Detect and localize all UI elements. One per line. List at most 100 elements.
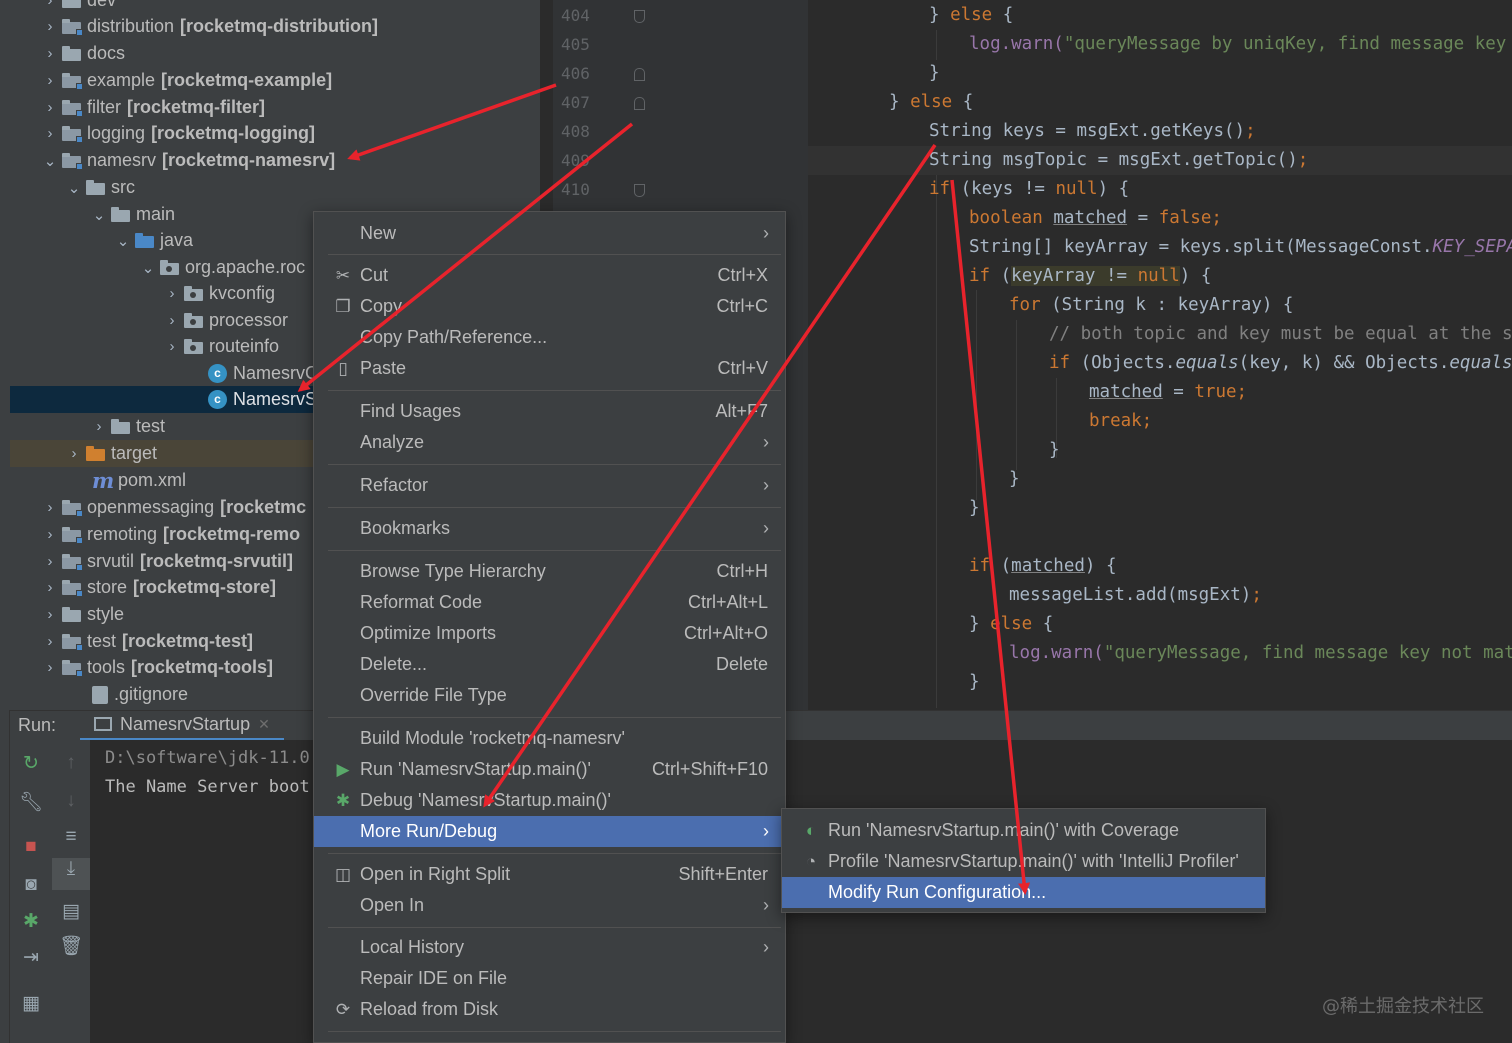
fold-marker-icon[interactable] (634, 97, 645, 110)
chevron-right-icon[interactable]: › (38, 659, 62, 676)
tree-item-dev[interactable]: › dev (0, 0, 540, 14)
menu-item-paste[interactable]: ▯ Paste Ctrl+V (314, 353, 785, 384)
chevron-right-icon[interactable]: › (38, 526, 62, 543)
soft-wrap-icon[interactable]: ≡ (52, 826, 90, 848)
menu-item-repair-ide[interactable]: Repair IDE on File (314, 963, 785, 994)
chevron-right-icon[interactable]: › (38, 45, 62, 62)
close-icon[interactable]: ✕ (258, 716, 270, 733)
tree-item-logging[interactable]: › logging [rocketmq-logging] (0, 120, 540, 147)
print-icon[interactable]: ▤ (52, 900, 90, 923)
tree-item-docs[interactable]: › docs (0, 40, 540, 67)
chevron-down-icon[interactable]: ⌄ (136, 259, 160, 277)
menu-item-reload-from-disk[interactable]: ⟳ Reload from Disk (314, 994, 785, 1025)
run-tab-namesrvstartup[interactable]: NamesrvStartup ✕ (80, 711, 284, 741)
menu-item-find-usages[interactable]: Find Usages Alt+F7 (314, 396, 785, 427)
menu-item-new[interactable]: New › (314, 218, 785, 249)
code-line[interactable]: } (1009, 465, 1020, 494)
menu-item-run[interactable]: ▶ Run 'NamesrvStartup.main()' Ctrl+Shift+F… (314, 754, 785, 785)
menu-item-copy-path[interactable]: Copy Path/Reference... (314, 322, 785, 353)
menu-item-bookmarks[interactable]: Bookmarks › (314, 513, 785, 544)
code-line[interactable]: } (1049, 436, 1060, 465)
tree-item-example[interactable]: › example [rocketmq-example] (0, 67, 540, 94)
code-line[interactable]: for (String k : keyArray) { (1009, 291, 1293, 320)
menu-item-browse-type-hierarchy[interactable]: Browse Type Hierarchy Ctrl+H (314, 556, 785, 587)
chevron-right-icon[interactable]: › (160, 285, 184, 302)
code-line[interactable]: String msgTopic = msgExt.getTopic(); (929, 146, 1308, 175)
wrench-icon[interactable]: 🔧︎ (10, 790, 52, 814)
exit-icon[interactable]: ⇥ (10, 946, 52, 969)
code-line[interactable]: if (Objects.equals(key, k) && Objects.eq… (1049, 349, 1512, 378)
code-line[interactable]: // both topic and key must be equal at t… (1049, 320, 1512, 349)
menu-item-local-history[interactable]: Local History › (314, 932, 785, 963)
chevron-right-icon[interactable]: › (160, 312, 184, 329)
chevron-right-icon[interactable]: › (87, 418, 111, 435)
scroll-to-end-icon[interactable]: ⤓ (52, 858, 90, 890)
code-editor[interactable]: } else { log.warn("queryMessage by uniqK… (808, 0, 1512, 708)
camera-icon[interactable]: ◙ (10, 874, 52, 896)
chevron-right-icon[interactable]: › (38, 633, 62, 650)
menu-item-profile[interactable]: ◔ Profile 'NamesrvStartup.main()' with 'I… (782, 846, 1265, 877)
chevron-down-icon[interactable]: ⌄ (62, 179, 86, 197)
menu-item-optimize-imports[interactable]: Optimize Imports Ctrl+Alt+O (314, 618, 785, 649)
code-line[interactable]: matched = true; (1089, 378, 1247, 407)
menu-item-copy[interactable]: ❐ Copy Ctrl+C (314, 291, 785, 322)
chevron-down-icon[interactable]: ⌄ (38, 152, 62, 170)
menu-item-open-in[interactable]: Open In › (314, 890, 785, 921)
menu-item-reformat-code[interactable]: Reformat Code Ctrl+Alt+L (314, 587, 785, 618)
code-line[interactable]: } else { (969, 610, 1053, 639)
chevron-right-icon[interactable]: › (38, 553, 62, 570)
menu-item-run-with-coverage[interactable]: ◐ Run 'NamesrvStartup.main()' with Covera… (782, 815, 1265, 846)
code-line[interactable]: log.warn("queryMessage, find message key… (1009, 639, 1512, 668)
code-line[interactable]: } else { (929, 1, 1013, 30)
menu-item-analyze[interactable]: Analyze › (314, 427, 785, 458)
arrow-down-icon[interactable]: ↓ (52, 790, 90, 812)
code-line[interactable]: String keys = msgExt.getKeys(); (929, 117, 1256, 146)
menu-item-more-run-debug[interactable]: More Run/Debug › (314, 816, 785, 847)
chevron-down-icon[interactable]: ⌄ (111, 232, 135, 250)
chevron-down-icon[interactable]: ⌄ (87, 206, 111, 224)
layout-icon[interactable]: ▦ (10, 992, 52, 1015)
menu-item-build-module[interactable]: Build Module 'rocketmq-namesrv' (314, 723, 785, 754)
debug-icon[interactable]: ✱ (10, 910, 52, 933)
tree-item-filter[interactable]: › filter [rocketmq-filter] (0, 94, 540, 121)
chevron-right-icon[interactable]: › (38, 0, 62, 9)
code-line[interactable]: if (matched) { (969, 552, 1117, 581)
code-line[interactable]: boolean matched = false; (969, 204, 1222, 233)
code-line[interactable]: } else { (889, 88, 973, 117)
fold-marker-icon[interactable] (634, 184, 645, 197)
arrow-up-icon[interactable]: ↑ (52, 752, 90, 774)
code-line[interactable]: messageList.add(msgExt); (1009, 581, 1262, 610)
chevron-right-icon[interactable]: › (38, 499, 62, 516)
chevron-right-icon[interactable]: › (38, 606, 62, 623)
chevron-right-icon[interactable]: › (38, 18, 62, 35)
menu-item-open-in-right-split[interactable]: ◫ Open in Right Split Shift+Enter (314, 859, 785, 890)
stop-icon[interactable]: ■ (10, 836, 52, 858)
menu-item-debug[interactable]: ✱ Debug 'NamesrvStartup.main()' (314, 785, 785, 816)
tree-item-namesrv[interactable]: ⌄ namesrv [rocketmq-namesrv] (0, 147, 540, 174)
code-line[interactable]: } (969, 494, 980, 523)
menu-item-cut[interactable]: ✂ Cut Ctrl+X (314, 260, 785, 291)
chevron-right-icon[interactable]: › (38, 125, 62, 142)
fold-marker-icon[interactable] (634, 10, 645, 23)
menu-item-refactor[interactable]: Refactor › (314, 470, 785, 501)
chevron-right-icon[interactable]: › (62, 445, 86, 462)
chevron-right-icon[interactable]: › (38, 579, 62, 596)
chevron-right-icon[interactable]: › (38, 99, 62, 116)
fold-marker-icon[interactable] (634, 68, 645, 81)
rerun-icon[interactable]: ↻ (10, 752, 52, 775)
menu-item-delete[interactable]: Delete... Delete (314, 649, 785, 680)
tree-item-src[interactable]: ⌄ src (0, 174, 540, 201)
code-line[interactable]: break; (1089, 407, 1152, 436)
code-line[interactable]: } (969, 668, 980, 697)
code-line[interactable]: if (keyArray != null) { (969, 262, 1211, 291)
trash-icon[interactable]: 🗑︎ (52, 934, 90, 958)
code-line[interactable]: log.warn("queryMessage by uniqKey, find … (969, 30, 1512, 59)
chevron-right-icon[interactable]: › (38, 72, 62, 89)
code-line[interactable]: if (keys != null) { (929, 175, 1129, 204)
menu-item-modify-run-configuration[interactable]: Modify Run Configuration... (782, 877, 1265, 908)
code-line[interactable]: } (929, 59, 940, 88)
menu-item-override-file-type[interactable]: Override File Type (314, 680, 785, 711)
code-line[interactable]: String[] keyArray = keys.split(MessageCo… (969, 233, 1512, 262)
chevron-right-icon[interactable]: › (160, 338, 184, 355)
tree-item-distribution[interactable]: › distribution [rocketmq-distribution] (0, 13, 540, 40)
